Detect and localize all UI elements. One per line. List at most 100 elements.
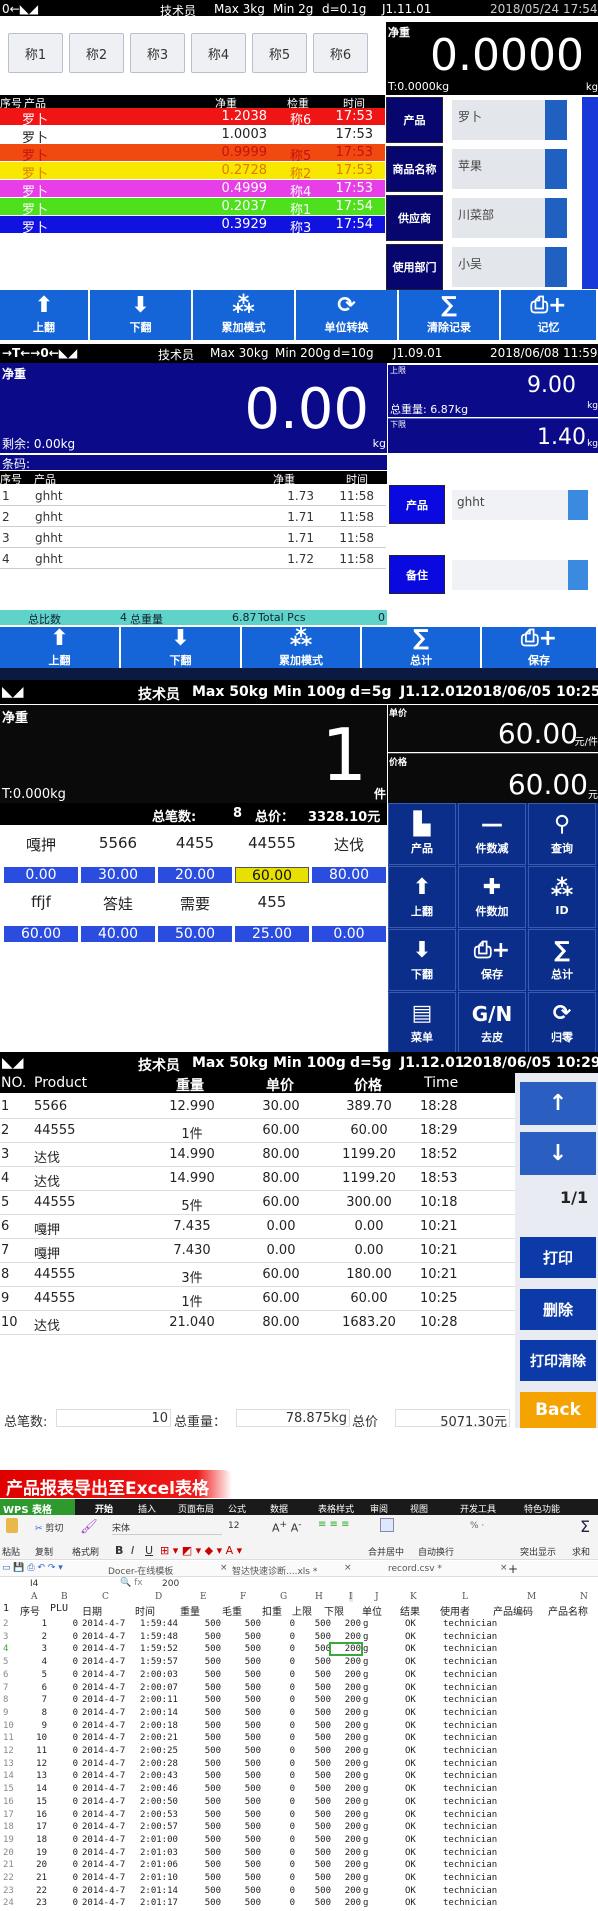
merge-center-button[interactable]: 合并居中 (368, 1545, 404, 1558)
cell[interactable]: 500 (245, 1657, 261, 1667)
cell[interactable]: technician (443, 1771, 497, 1781)
barcode-field[interactable]: 条码: (0, 455, 387, 471)
cell[interactable]: 500 (245, 1721, 261, 1731)
cell[interactable]: 0 (73, 1695, 78, 1705)
header-cell[interactable]: 扣重 (262, 1603, 282, 1618)
ribbon-tab[interactable]: 页面布局 (178, 1502, 214, 1515)
cell[interactable]: 500 (245, 1644, 261, 1654)
cell[interactable]: 200 (345, 1771, 361, 1781)
cell[interactable]: 2:00:07 (140, 1683, 178, 1693)
field-value[interactable] (452, 560, 568, 590)
cell[interactable]: 500 (205, 1860, 221, 1870)
cell[interactable]: 200 (328, 1642, 364, 1657)
cell[interactable]: 20 (36, 1860, 47, 1870)
cell[interactable]: 0 (290, 1835, 295, 1845)
font-color-icons[interactable]: ⊞ ▾ ◩ ▾ ◆ ▾ A ▾ (160, 1544, 242, 1557)
header-cell[interactable]: 产品名称 (548, 1603, 588, 1618)
cell[interactable]: 0 (73, 1657, 78, 1667)
bold-button[interactable]: B (115, 1544, 123, 1557)
cell[interactable]: 2:00:50 (140, 1797, 178, 1807)
record-row[interactable]: 罗卜 0.2037 称1 17:54 (0, 198, 385, 218)
history-row[interactable]: 3 达伐 14.990 80.00 1199.20 18:52 (0, 1143, 515, 1167)
column-header[interactable]: E (200, 1592, 207, 1602)
function-button[interactable]: ∑ 总计 (528, 929, 596, 991)
cell[interactable]: 0 (73, 1733, 78, 1743)
cell[interactable]: 0 (73, 1619, 78, 1629)
cell[interactable]: 500 (205, 1810, 221, 1820)
cell[interactable]: g (363, 1683, 368, 1693)
cell[interactable]: 500 (205, 1619, 221, 1629)
cell[interactable]: g (363, 1721, 368, 1731)
cell[interactable]: 0 (73, 1810, 78, 1820)
cell[interactable]: 2:00:03 (140, 1670, 178, 1680)
cell[interactable]: 500 (245, 1683, 261, 1693)
cell[interactable]: 0 (73, 1886, 78, 1896)
cell[interactable]: 200 (345, 1632, 361, 1642)
sum-button[interactable]: 求和 (572, 1545, 590, 1558)
cell[interactable]: technician (443, 1721, 497, 1731)
cell[interactable]: technician (443, 1670, 497, 1680)
cell[interactable]: 2:00:11 (140, 1695, 178, 1705)
highlight-button[interactable]: 突出显示 (520, 1545, 556, 1558)
cell[interactable]: OK (405, 1810, 416, 1820)
ribbon-tab[interactable]: 数据 (270, 1502, 288, 1515)
wrap-text-button[interactable]: 自动换行 (418, 1545, 454, 1558)
function-button[interactable]: — 件数减 (458, 803, 526, 865)
underline-button[interactable]: U (145, 1544, 153, 1557)
cell[interactable]: 2014-4-7 (82, 1733, 125, 1743)
cell[interactable]: OK (405, 1721, 416, 1731)
cell[interactable]: 200 (345, 1810, 361, 1820)
product-price[interactable]: 40.00 (81, 926, 155, 942)
column-header[interactable]: M (527, 1592, 536, 1602)
toolbar-button[interactable]: ⬇ 下翻 (90, 290, 191, 340)
cell[interactable]: 200 (345, 1657, 361, 1667)
cell[interactable]: 500 (245, 1784, 261, 1794)
cell[interactable]: technician (443, 1886, 497, 1896)
cell[interactable]: g (363, 1759, 368, 1769)
cell[interactable]: OK (405, 1822, 416, 1832)
ribbon-tab[interactable]: 视图 (410, 1502, 428, 1515)
field-select-button[interactable] (545, 198, 567, 238)
cell[interactable]: 200 (345, 1746, 361, 1756)
cell[interactable]: 200 (345, 1886, 361, 1896)
toolbar-button[interactable]: ⟳ 单位转换 (296, 290, 397, 340)
cell[interactable]: g (363, 1886, 368, 1896)
product-price[interactable]: 60.00 (235, 867, 309, 884)
header-cell[interactable]: 序号 (20, 1603, 40, 1618)
function-button[interactable]: ⟳ 归零 (528, 992, 596, 1052)
cell[interactable]: OK (405, 1784, 416, 1794)
cell[interactable]: technician (443, 1657, 497, 1667)
grow-font-icon[interactable]: A+ A- (272, 1519, 302, 1535)
field-value[interactable]: 小吴 (452, 247, 545, 287)
toolbar-button[interactable]: ⁂ 累加模式 (242, 627, 360, 668)
cell[interactable]: 500 (245, 1733, 261, 1743)
cell[interactable]: 21 (36, 1873, 47, 1883)
cell[interactable]: 500 (205, 1670, 221, 1680)
header-cell[interactable]: 产品编码 (493, 1603, 533, 1618)
cell[interactable]: OK (405, 1632, 416, 1642)
column-header[interactable]: C (102, 1592, 109, 1602)
cell[interactable]: 500 (315, 1835, 331, 1845)
cell[interactable]: OK (405, 1695, 416, 1705)
cell[interactable]: 200 (345, 1873, 361, 1883)
ribbon-tab[interactable]: 插入 (138, 1502, 156, 1515)
cell[interactable]: OK (405, 1644, 416, 1654)
cell[interactable]: technician (443, 1733, 497, 1743)
cell[interactable]: 500 (205, 1848, 221, 1858)
cell[interactable]: 200 (345, 1759, 361, 1769)
toolbar-button[interactable]: ∑ 总计 (362, 627, 480, 668)
ribbon-tab[interactable]: 表格样式 (318, 1502, 354, 1515)
cell[interactable]: 500 (205, 1683, 221, 1693)
cell[interactable]: 500 (205, 1746, 221, 1756)
cell[interactable]: technician (443, 1708, 497, 1718)
cell[interactable]: 200 (345, 1619, 361, 1629)
toolbar-button[interactable]: ⬇ 下翻 (121, 627, 240, 668)
cell[interactable]: 4 (42, 1657, 47, 1667)
toolbar-button[interactable]: ⁂ 累加模式 (193, 290, 294, 340)
cell[interactable]: 2:00:43 (140, 1771, 178, 1781)
cell[interactable]: 2014-4-7 (82, 1619, 125, 1629)
cell[interactable]: 0 (290, 1886, 295, 1896)
field-value[interactable]: 苹果 (452, 149, 545, 189)
history-row[interactable]: 5 44555 5件 60.00 300.00 10:18 (0, 1191, 515, 1215)
product-price[interactable]: 20.00 (158, 867, 232, 883)
